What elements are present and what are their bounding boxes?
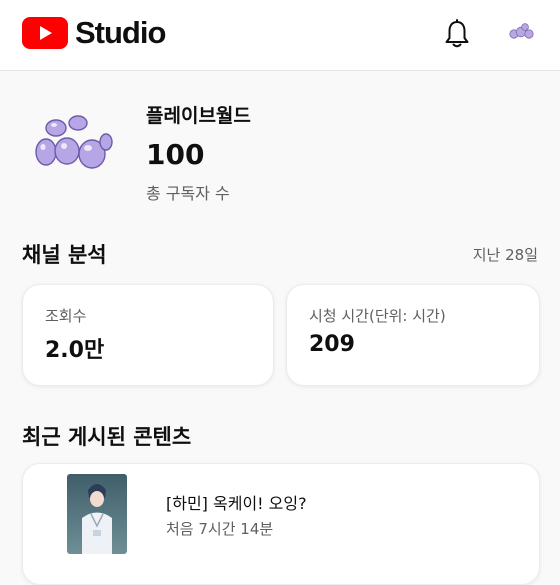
bell-icon[interactable]	[443, 19, 471, 49]
recent-video-card[interactable]: [하민] 옥케이! 오잉? 처음 7시간 14분	[22, 463, 540, 585]
video-thumbnail[interactable]	[67, 474, 127, 554]
profile-avatar-icon[interactable]	[508, 22, 536, 44]
recent-content-title: 최근 게시된 콘텐츠	[22, 425, 192, 449]
channel-avatar[interactable]	[34, 110, 114, 180]
watch-time-label: 시청 시간(단위: 시간)	[309, 307, 446, 325]
subscriber-label: 총 구독자 수	[146, 184, 230, 203]
subscriber-count: 100	[146, 138, 205, 171]
watch-time-value: 209	[309, 332, 355, 357]
views-value: 2.0만	[45, 338, 105, 363]
watch-time-card[interactable]: 시청 시간(단위: 시간) 209	[286, 284, 540, 386]
video-meta: 처음 7시간 14분	[166, 520, 274, 538]
youtube-logo-icon[interactable]	[22, 17, 68, 49]
top-app-bar: Studio	[0, 0, 560, 71]
views-card[interactable]: 조회수 2.0만	[22, 284, 274, 386]
app-title[interactable]: Studio	[75, 14, 166, 52]
views-label: 조회수	[45, 307, 87, 325]
video-title[interactable]: [하민] 옥케이! 오잉?	[166, 490, 307, 514]
analytics-section-title: 채널 분석	[22, 243, 107, 267]
analytics-date-range: 지난 28일	[472, 246, 538, 264]
channel-name: 플레이브월드	[146, 105, 251, 127]
